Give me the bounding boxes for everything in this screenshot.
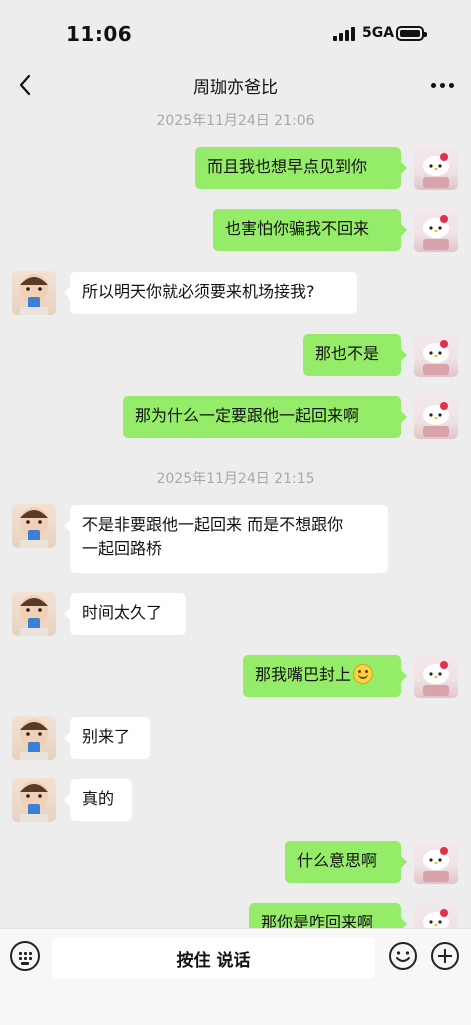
- message-text-line: 不是非要跟他一起回来 而是不想跟你: [82, 515, 344, 534]
- message-text: 所以明天你就必须要来机场接我?: [82, 282, 315, 301]
- hold-to-talk-button[interactable]: 按住 说话: [52, 937, 375, 979]
- more-icon[interactable]: [424, 70, 460, 100]
- chat-list[interactable]: 2025年11月24日 21:06 而且我也想早点见到你 也害怕你骗我不回来 所…: [0, 108, 471, 928]
- timestamp: 2025年11月24日 21:15: [156, 471, 315, 487]
- chat-title: 周珈亦爸比: [193, 78, 278, 98]
- message-bubble-mine[interactable]: 那你是咋回来啊: [249, 903, 407, 928]
- message-text: 时间太久了: [82, 603, 163, 622]
- message-text: 也害怕你骗我不回来: [225, 219, 370, 238]
- my-avatar[interactable]: [414, 654, 458, 698]
- battery-icon: [396, 26, 427, 41]
- signal-icon: [333, 27, 355, 41]
- smile-emoji-icon: [353, 664, 374, 684]
- message-text: 那为什么一定要跟他一起回来啊: [135, 406, 360, 425]
- contact-avatar[interactable]: [12, 778, 56, 822]
- keyboard-voice-icon[interactable]: [10, 941, 40, 971]
- message-bubble-mine[interactable]: 那为什么一定要跟他一起回来啊: [123, 396, 407, 438]
- my-avatar[interactable]: [414, 333, 458, 377]
- message-text: 别来了: [82, 727, 131, 746]
- my-avatar[interactable]: [414, 902, 458, 928]
- message-text: 那你是咋回来啊: [261, 913, 374, 928]
- status-bar: 11:06 5GA: [0, 0, 471, 66]
- contact-avatar[interactable]: [12, 271, 56, 315]
- message-bubble-mine[interactable]: 而且我也想早点见到你: [195, 147, 407, 189]
- my-avatar[interactable]: [414, 840, 458, 884]
- message-bubble-contact[interactable]: 别来了: [64, 717, 150, 759]
- contact-avatar[interactable]: [12, 716, 56, 760]
- message-text: 那我嘴巴封上: [255, 665, 352, 684]
- my-avatar[interactable]: [414, 208, 458, 252]
- message-bubble-mine[interactable]: 那也不是: [303, 334, 407, 376]
- message-text: 什么意思啊: [297, 851, 378, 870]
- message-bubble-contact[interactable]: 时间太久了: [64, 593, 186, 635]
- message-bubble-mine[interactable]: 什么意思啊: [285, 841, 407, 883]
- message-text: 真的: [82, 789, 115, 808]
- nav-bar: 周珈亦爸比: [0, 66, 471, 108]
- message-bubble-contact[interactable]: 真的: [64, 779, 132, 821]
- contact-avatar[interactable]: [12, 504, 56, 548]
- my-avatar[interactable]: [414, 146, 458, 190]
- message-text: 而且我也想早点见到你: [207, 157, 368, 176]
- message-text-line: 一起回路桥: [82, 539, 163, 558]
- message-bubble-mine[interactable]: 那我嘴巴封上: [243, 655, 407, 697]
- my-avatar[interactable]: [414, 395, 458, 439]
- message-bubble-contact[interactable]: 所以明天你就必须要来机场接我?: [64, 272, 357, 314]
- network-label: 5GA: [362, 25, 395, 41]
- message-text: 那也不是: [315, 344, 380, 363]
- status-time: 11:06: [66, 22, 133, 46]
- input-bar: 按住 说话: [0, 928, 471, 1025]
- plus-icon[interactable]: [430, 941, 460, 971]
- contact-avatar[interactable]: [12, 592, 56, 636]
- message-bubble-contact[interactable]: 不是非要跟他一起回来 而是不想跟你 一起回路桥: [64, 505, 388, 573]
- message-bubble-mine[interactable]: 也害怕你骗我不回来: [213, 209, 407, 251]
- timestamp: 2025年11月24日 21:06: [156, 113, 315, 129]
- emoji-icon[interactable]: [388, 941, 418, 971]
